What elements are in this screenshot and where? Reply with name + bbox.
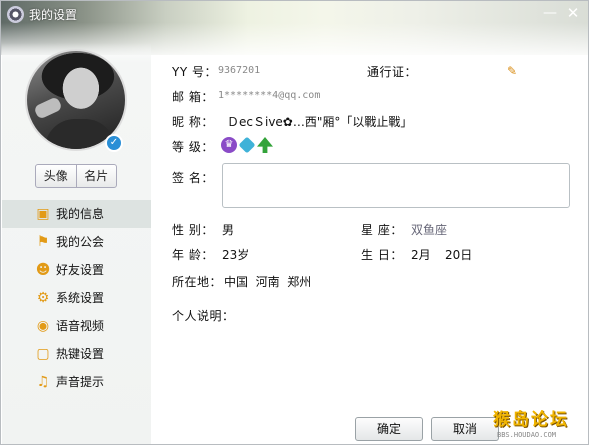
age-label: 年 龄： [172, 248, 214, 262]
birthday-label: 生 日： [361, 248, 403, 262]
yy-number-value: 9367201 [218, 65, 261, 76]
avatar-card-switch: 头像 名片 [35, 164, 117, 188]
webcam-icon: ◉ [36, 318, 50, 334]
forum-watermark: 猴岛论坛 BBS.HOUDAO.COM [493, 405, 588, 444]
passport-value-redacted [415, 63, 501, 79]
bird-badge-icon: ✓ [105, 134, 123, 152]
gender-value: 男 [222, 223, 235, 237]
location-value: 中国 河南 郑州 [224, 275, 312, 289]
email-label: 邮 箱： [172, 90, 214, 104]
watermark-url: BBS.HOUDAO.COM [497, 431, 557, 439]
constellation-value: 双鱼座 [411, 223, 448, 237]
edit-pencil-icon[interactable]: ✎ [507, 64, 521, 78]
nickname-value: ＤecＳive✿…西"厢°「以戰止戰」 [227, 115, 413, 129]
diamond-icon [238, 136, 256, 154]
tree-icon [257, 137, 273, 153]
avatar-figure [45, 119, 115, 149]
card-button[interactable]: 名片 [75, 165, 117, 187]
level-icons: ♛ [221, 136, 273, 154]
crown-icon: ♛ [221, 137, 237, 153]
user-card-icon: ▣ [36, 206, 50, 222]
music-note-icon: ♫ [36, 374, 50, 390]
passport-label: 通行证： [367, 65, 418, 79]
nav-item-sound-alerts[interactable]: ♫ 声音提示 [2, 368, 151, 396]
nav-item-label: 声音提示 [56, 375, 105, 389]
nav-item-my-info[interactable]: ▣ 我的信息 [2, 200, 151, 228]
minimize-button[interactable]: — [541, 4, 559, 22]
keyboard-icon: ▢ [36, 346, 50, 362]
nav-item-system-settings[interactable]: ⚙ 系统设置 [2, 284, 151, 312]
personal-description-label: 个人说明： [172, 309, 235, 323]
ok-button[interactable]: 确定 [355, 417, 423, 441]
nav-item-hotkeys[interactable]: ▢ 热键设置 [2, 340, 151, 368]
constellation-label: 星 座： [361, 223, 403, 237]
profile-panel: YY 号： 9367201 通行证： ✎ 邮 箱： 1********4@qq.… [151, 55, 588, 444]
level-label: 等 级： [172, 140, 214, 154]
age-value: 23岁 [222, 248, 250, 262]
friend-gear-icon: ☻ [35, 262, 51, 278]
settings-nav: ▣ 我的信息 ⚑ 我的公会 ☻ 好友设置 ⚙ 系统设置 ◉ 语音视频 ▢ 热键设… [2, 200, 151, 396]
birthday-month: 2月 [411, 248, 431, 262]
avatar-button[interactable]: 头像 [36, 165, 76, 187]
birthday-day: 20日 [445, 248, 473, 262]
nav-item-my-guild[interactable]: ⚑ 我的公会 [2, 228, 151, 256]
close-button[interactable]: ✕ [564, 4, 582, 22]
flag-icon: ⚑ [36, 234, 50, 250]
email-value: 1********4@qq.com [218, 90, 321, 101]
nav-item-label: 我的公会 [56, 235, 105, 249]
nickname-label: 昵 称： [172, 115, 214, 129]
gender-label: 性 别： [172, 223, 214, 237]
location-label: 所在地： [172, 275, 223, 289]
nav-item-voice-video[interactable]: ◉ 语音视频 [2, 312, 151, 340]
window-title: 我的设置 [29, 8, 78, 22]
signature-field[interactable] [222, 163, 570, 208]
watermark-logo-text: 猴岛论坛 [493, 410, 569, 430]
nav-item-label: 系统设置 [56, 291, 105, 305]
nav-item-label: 热键设置 [56, 347, 105, 361]
cancel-button[interactable]: 取消 [431, 417, 499, 441]
app-logo-icon [7, 6, 24, 23]
signature-label: 签 名： [172, 171, 214, 185]
nav-item-label: 语音视频 [56, 319, 105, 333]
gear-icon: ⚙ [36, 290, 50, 306]
settings-window: 我的设置 — ✕ ✓ 头像 名片 ▣ 我的信息 ⚑ 我的公会 ☻ 好友设置 ⚙ … [0, 0, 589, 445]
avatar-hand [33, 96, 63, 120]
nav-item-label: 好友设置 [56, 263, 105, 277]
yy-number-label: YY 号： [172, 65, 217, 79]
nav-item-label: 我的信息 [56, 207, 105, 221]
nav-item-friend-settings[interactable]: ☻ 好友设置 [2, 256, 151, 284]
